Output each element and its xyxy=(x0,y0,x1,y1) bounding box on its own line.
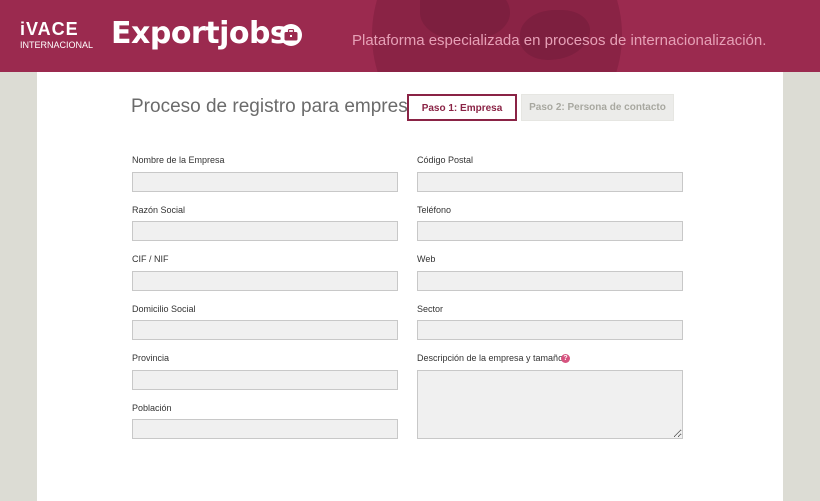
input-codigo-postal[interactable] xyxy=(417,172,683,192)
tab-step-2-persona-contacto[interactable]: Paso 2: Persona de contacto xyxy=(521,94,674,121)
input-cif-nif[interactable] xyxy=(132,271,398,291)
input-poblacion[interactable] xyxy=(132,419,398,439)
header-bar: iVACE INTERNACIONAL Exportjobs Plataform… xyxy=(0,0,820,72)
page-title: Proceso de registro para empresas xyxy=(131,96,428,117)
ivace-logo[interactable]: iVACE INTERNACIONAL xyxy=(20,19,94,52)
label-codigo-postal: Código Postal xyxy=(417,155,474,165)
label-nombre-empresa: Nombre de la Empresa xyxy=(132,155,225,165)
input-web[interactable] xyxy=(417,271,683,291)
label-descripcion-empresa: Descripción de la empresa y tamaño xyxy=(417,353,564,363)
logo-subtitle: INTERNACIONAL xyxy=(20,40,94,50)
briefcase-icon xyxy=(280,24,302,46)
logo-wordmark: iVACE xyxy=(20,19,79,39)
tagline: Plataforma especializada en procesos de … xyxy=(352,32,767,49)
input-razon-social[interactable] xyxy=(132,221,398,241)
label-domicilio-social: Domicilio Social xyxy=(132,304,196,314)
label-poblacion: Población xyxy=(132,403,172,413)
label-cif-nif: CIF / NIF xyxy=(132,254,169,264)
brand-title[interactable]: Exportjobs xyxy=(111,14,288,54)
label-web: Web xyxy=(417,254,436,264)
input-sector[interactable] xyxy=(417,320,683,340)
label-telefono: Teléfono xyxy=(417,205,452,215)
label-razon-social: Razón Social xyxy=(132,205,186,215)
input-domicilio-social[interactable] xyxy=(132,320,398,340)
textarea-descripcion-empresa[interactable] xyxy=(417,370,683,439)
input-telefono[interactable] xyxy=(417,221,683,241)
input-provincia[interactable] xyxy=(132,370,398,390)
input-nombre-empresa[interactable] xyxy=(132,172,398,192)
label-sector: Sector xyxy=(417,304,444,314)
tab-step-1-empresa[interactable]: Paso 1: Empresa xyxy=(407,94,517,121)
help-icon[interactable]: ? xyxy=(561,354,570,363)
label-provincia: Provincia xyxy=(132,353,170,363)
